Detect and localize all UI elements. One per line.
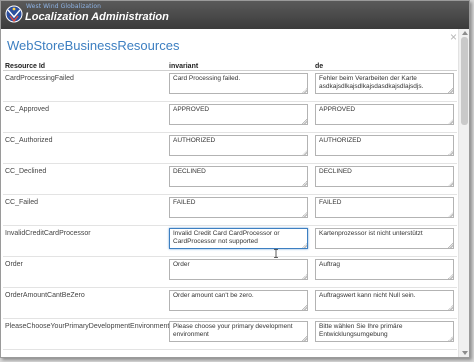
resource-id: Order	[3, 256, 167, 288]
invariant-cell: DECLINED	[167, 163, 313, 195]
de-cell: FAILED	[313, 194, 457, 226]
invariant-value-input[interactable]: Order	[169, 258, 308, 280]
column-header-invariant: invariant	[167, 56, 313, 71]
de-value-input[interactable]: Auftrag	[315, 258, 454, 280]
resource-id: CC_Declined	[3, 163, 167, 195]
invariant-cell: AUTHORIZED	[167, 132, 313, 164]
table-row: Order Order Auftrag	[3, 256, 457, 288]
table-header-row: Resource Id invariant de	[3, 56, 457, 71]
resize-handle-icon[interactable]	[302, 118, 307, 124]
resource-id: CardProcessingFailed	[3, 70, 167, 102]
invariant-cell: Order	[167, 256, 313, 288]
de-cell: Bitte wählen Sie Ihre primäre Entwicklun…	[313, 318, 457, 350]
invariant-cell: APPROVED	[167, 101, 313, 133]
de-value-input[interactable]: FAILED	[315, 196, 454, 218]
text-cursor-icon	[274, 249, 278, 258]
resource-id: InvalidCreditCardProcessor	[3, 225, 167, 257]
scroll-up-icon[interactable]	[462, 31, 468, 35]
resize-handle-icon[interactable]	[448, 273, 453, 279]
de-cell: Auftragswert kann nicht Null sein.	[313, 287, 457, 319]
invariant-value-input[interactable]: Card Processing failed.	[169, 72, 308, 94]
table-row: CC_Authorized AUTHORIZED AUTHORIZED	[3, 132, 457, 164]
invariant-value-input[interactable]: APPROVED	[169, 103, 308, 125]
resize-handle-icon[interactable]	[302, 273, 307, 279]
resize-handle-icon[interactable]	[302, 211, 307, 217]
invariant-value-input[interactable]: AUTHORIZED	[169, 134, 308, 156]
table-row: PleaseChooseYourPrimaryDevelopmentEnviro…	[3, 318, 457, 350]
de-value-input[interactable]: DECLINED	[315, 165, 454, 187]
invariant-value-input[interactable]: Please choose your primary development e…	[169, 320, 308, 342]
resource-id: OrderAmountCantBeZero	[3, 287, 167, 319]
resize-handle-icon[interactable]	[302, 304, 307, 310]
de-cell: Auftrag	[313, 256, 457, 288]
de-cell: DECLINED	[313, 163, 457, 195]
resource-id: CC_Failed	[3, 194, 167, 226]
de-value-input[interactable]: Auftragswert kann nicht Null sein.	[315, 289, 454, 311]
scroll-down-icon[interactable]	[462, 351, 468, 355]
resource-id: CC_Authorized	[3, 132, 167, 164]
west-wind-logo-icon	[5, 5, 23, 23]
resize-handle-icon[interactable]	[448, 180, 453, 186]
localization-admin-window: West Wind Globalization Localization Adm…	[0, 0, 470, 358]
invariant-cell: Card Processing failed.	[167, 70, 313, 102]
resource-table: Resource Id invariant de CardProcessingF…	[3, 56, 457, 350]
invariant-value-input[interactable]: FAILED	[169, 196, 308, 218]
invariant-cell: FAILED	[167, 194, 313, 226]
resize-handle-icon[interactable]	[448, 211, 453, 217]
table-row: CC_Declined DECLINED DECLINED	[3, 163, 457, 195]
resize-handle-icon[interactable]	[448, 149, 453, 155]
de-value-input[interactable]: Bitte wählen Sie Ihre primäre Entwicklun…	[315, 320, 454, 342]
resize-handle-icon[interactable]	[302, 87, 307, 93]
title-bar: West Wind Globalization Localization Adm…	[1, 1, 469, 29]
de-value-input[interactable]: AUTHORIZED	[315, 134, 454, 156]
app-title: Localization Administration	[25, 11, 169, 23]
invariant-cell: Invalid Credit Card CardProcessor or Car…	[167, 225, 313, 257]
de-cell: Kartenprozessor ist nicht unterstützt	[313, 225, 457, 257]
resize-handle-icon[interactable]	[302, 149, 307, 155]
de-cell: AUTHORIZED	[313, 132, 457, 164]
scrollbar-thumb[interactable]	[461, 37, 468, 125]
invariant-cell: Please choose your primary development e…	[167, 318, 313, 350]
brand-name: West Wind Globalization	[26, 3, 102, 10]
resize-handle-icon[interactable]	[448, 118, 453, 124]
invariant-value-input[interactable]: DECLINED	[169, 165, 308, 187]
table-row: OrderAmountCantBeZero Order amount can't…	[3, 287, 457, 319]
de-value-input[interactable]: Fehler beim Verarbeiten der Karte asdkaj…	[315, 72, 454, 94]
resize-handle-icon[interactable]	[302, 180, 307, 186]
resource-id: CC_Approved	[3, 101, 167, 133]
table-row: CardProcessingFailed Card Processing fai…	[3, 70, 457, 102]
de-value-input[interactable]: APPROVED	[315, 103, 454, 125]
resize-handle-icon[interactable]	[448, 87, 453, 93]
invariant-value-input-active[interactable]: Invalid Credit Card CardProcessor or Car…	[169, 227, 308, 249]
column-header-resource-id: Resource Id	[3, 56, 167, 71]
resize-handle-icon[interactable]	[448, 335, 453, 341]
close-icon[interactable]: ×	[450, 31, 457, 43]
vertical-scrollbar[interactable]	[458, 29, 469, 357]
resize-handle-icon[interactable]	[302, 242, 307, 248]
table-row: InvalidCreditCardProcessor Invalid Credi…	[3, 225, 457, 257]
table-row: CC_Failed FAILED FAILED	[3, 194, 457, 226]
de-value-input[interactable]: Kartenprozessor ist nicht unterstützt	[315, 227, 454, 249]
invariant-value-input[interactable]: Order amount can't be zero.	[169, 289, 308, 311]
resize-handle-icon[interactable]	[448, 242, 453, 248]
resize-handle-icon[interactable]	[302, 335, 307, 341]
column-header-de: de	[313, 56, 457, 71]
resource-id: PleaseChooseYourPrimaryDevelopmentEnviro…	[3, 318, 169, 350]
de-cell: Fehler beim Verarbeiten der Karte asdkaj…	[313, 70, 457, 102]
page-title: WebStoreBusinessResources	[7, 38, 180, 53]
table-row: CC_Approved APPROVED APPROVED	[3, 101, 457, 133]
resize-handle-icon[interactable]	[448, 304, 453, 310]
invariant-cell: Order amount can't be zero.	[167, 287, 313, 319]
de-cell: APPROVED	[313, 101, 457, 133]
